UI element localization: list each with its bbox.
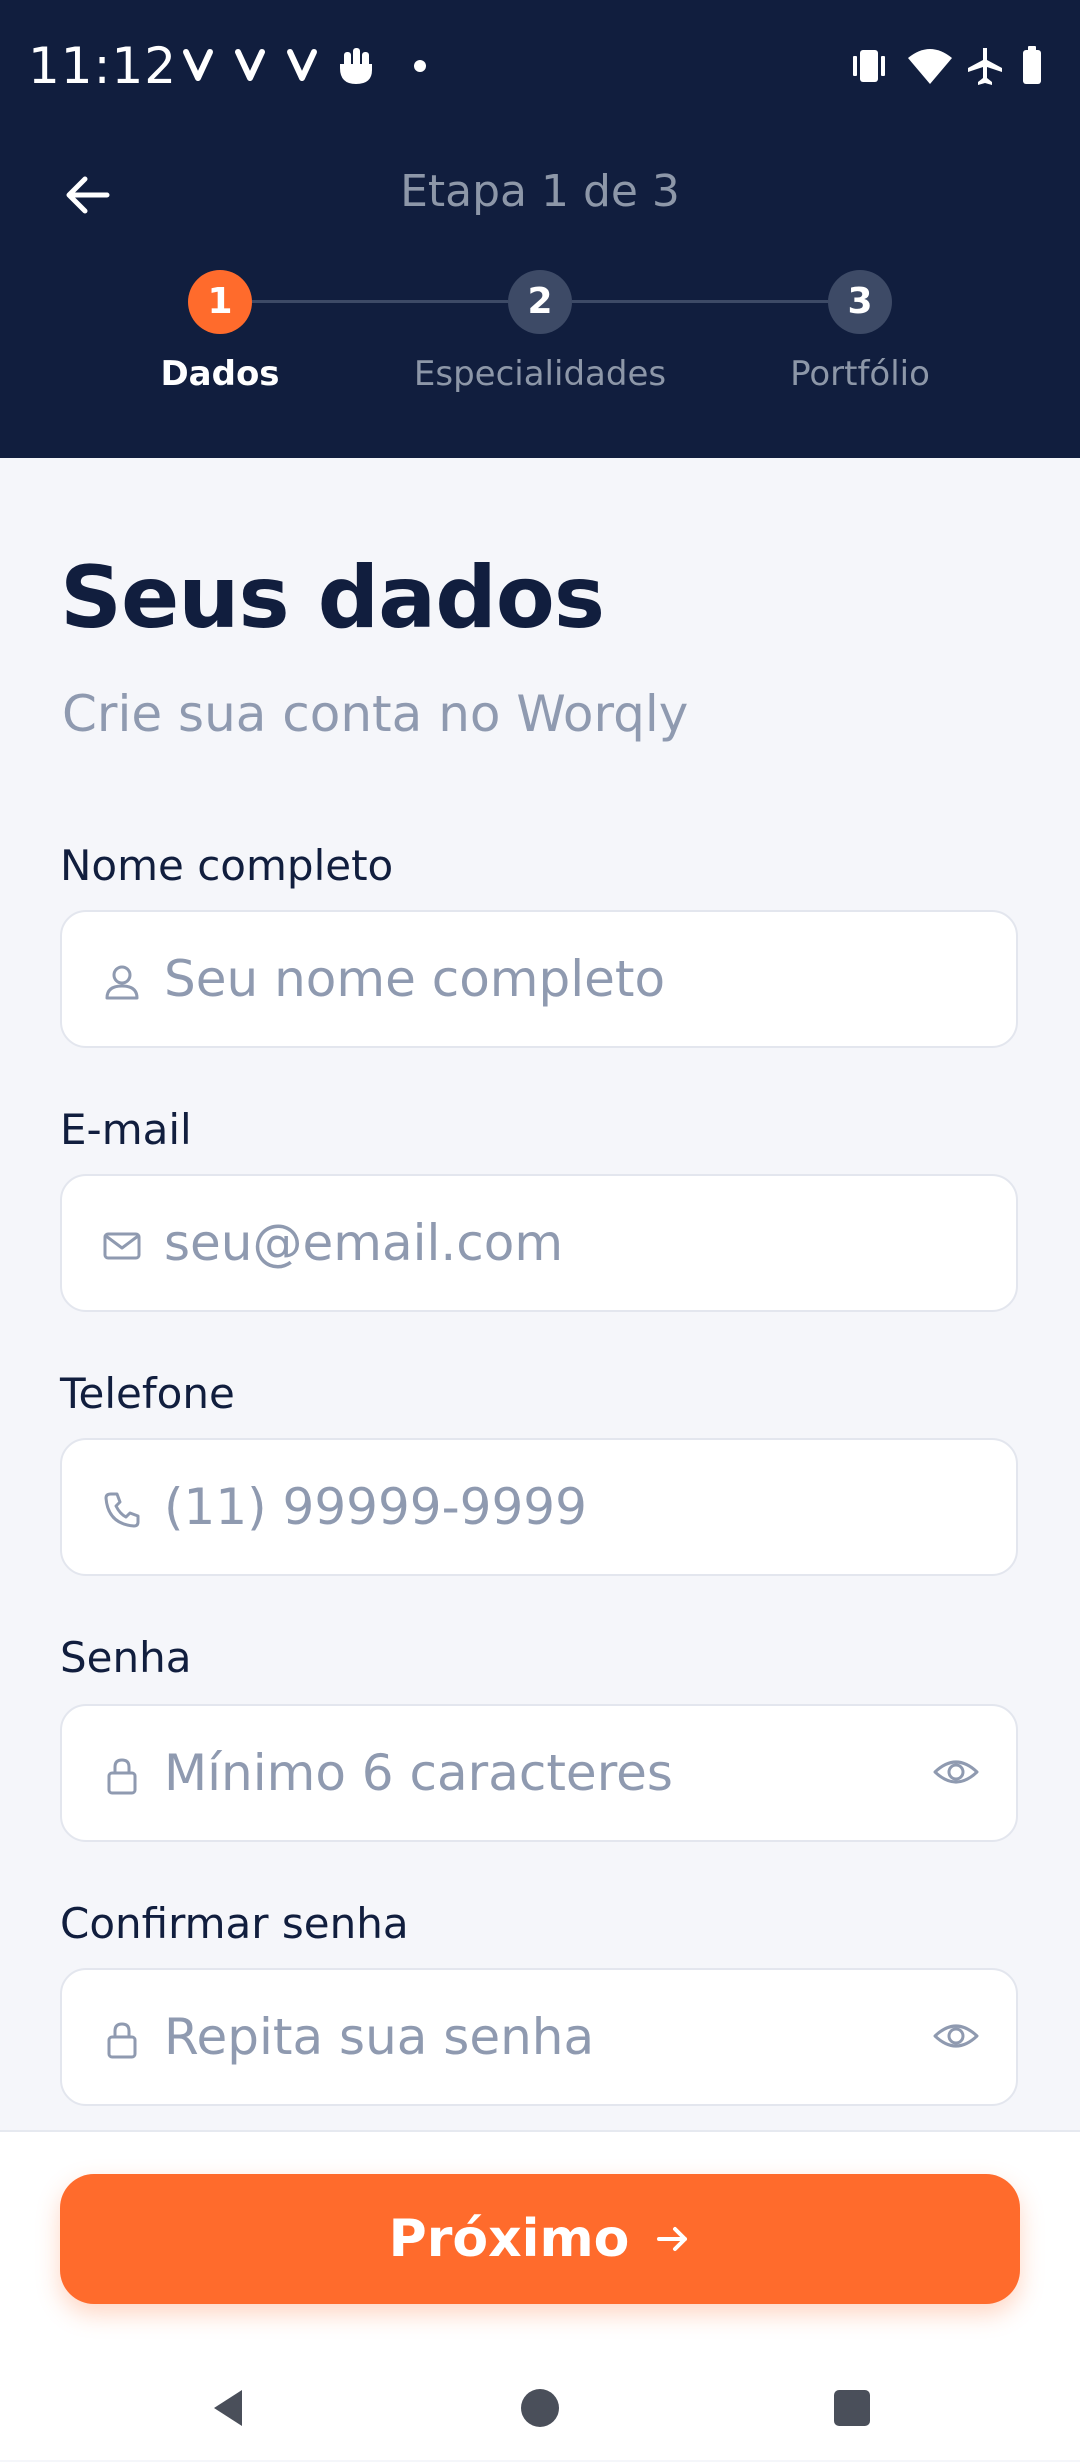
v-app-icon bbox=[183, 49, 213, 81]
phone-label: Telefone bbox=[60, 1369, 235, 1418]
system-navigation-bar bbox=[0, 2362, 1080, 2462]
wifi-icon bbox=[908, 49, 952, 84]
vibrate-icon bbox=[853, 50, 885, 82]
header: 11:12 Etapa 1 de 3 1 2 3 Dados Especiali… bbox=[0, 0, 1080, 458]
status-bar: 11:12 bbox=[0, 0, 1080, 130]
password-label: Senha bbox=[60, 1633, 192, 1682]
lock-icon bbox=[107, 1758, 137, 1795]
step-indicator-1: 1 bbox=[188, 270, 252, 334]
page-title: Seus dados bbox=[60, 548, 605, 648]
email-label: E-mail bbox=[60, 1105, 192, 1154]
step-label-portfolio: Portfólio bbox=[790, 354, 930, 394]
phone-field bbox=[60, 1438, 1018, 1576]
arrow-right-icon bbox=[657, 2227, 688, 2251]
nav-back-icon[interactable] bbox=[204, 2384, 252, 2432]
name-field bbox=[60, 910, 1018, 1048]
next-button-label: Próximo bbox=[388, 2209, 630, 2269]
footer: Próximo bbox=[0, 2130, 1080, 2460]
step-label-dados: Dados bbox=[160, 354, 280, 394]
airplane-icon bbox=[968, 48, 1002, 85]
page-subtitle: Crie sua conta no Worqly bbox=[62, 685, 689, 743]
mail-icon bbox=[103, 1232, 141, 1260]
password-input[interactable] bbox=[158, 1706, 918, 1840]
confirm-password-field bbox=[60, 1968, 1018, 2106]
confirm-password-label: Confirmar senha bbox=[60, 1899, 409, 1948]
eye-icon[interactable] bbox=[932, 1752, 980, 1792]
confirm-password-input[interactable] bbox=[158, 1970, 918, 2104]
v-app-icon bbox=[235, 49, 265, 81]
email-input[interactable] bbox=[158, 1176, 918, 1310]
phone-input[interactable] bbox=[158, 1440, 918, 1574]
next-button[interactable]: Próximo bbox=[60, 2174, 1020, 2304]
email-field bbox=[60, 1174, 1018, 1312]
eye-icon[interactable] bbox=[932, 2016, 980, 2056]
dot-icon bbox=[414, 60, 426, 72]
notification-icons bbox=[183, 48, 426, 84]
name-input[interactable] bbox=[158, 912, 918, 1046]
lock-icon bbox=[107, 2022, 137, 2059]
user-icon bbox=[105, 965, 139, 1000]
hand-icon bbox=[340, 48, 372, 84]
step-indicator-3: 3 bbox=[828, 270, 892, 334]
stepper-connector bbox=[252, 300, 508, 303]
nav-home-icon[interactable] bbox=[516, 2384, 564, 2432]
status-time: 11:12 bbox=[28, 37, 178, 95]
system-icons bbox=[853, 46, 1041, 85]
v-app-icon bbox=[287, 49, 317, 81]
stepper-connector bbox=[572, 300, 828, 303]
battery-icon bbox=[1023, 46, 1041, 84]
step-title: Etapa 1 de 3 bbox=[400, 166, 680, 217]
password-field bbox=[60, 1704, 1018, 1842]
step-indicator-2: 2 bbox=[508, 270, 572, 334]
name-label: Nome completo bbox=[60, 841, 394, 890]
nav-recents-icon[interactable] bbox=[828, 2384, 876, 2432]
step-label-especialidades: Especialidades bbox=[413, 354, 667, 394]
phone-icon bbox=[104, 1492, 140, 1528]
